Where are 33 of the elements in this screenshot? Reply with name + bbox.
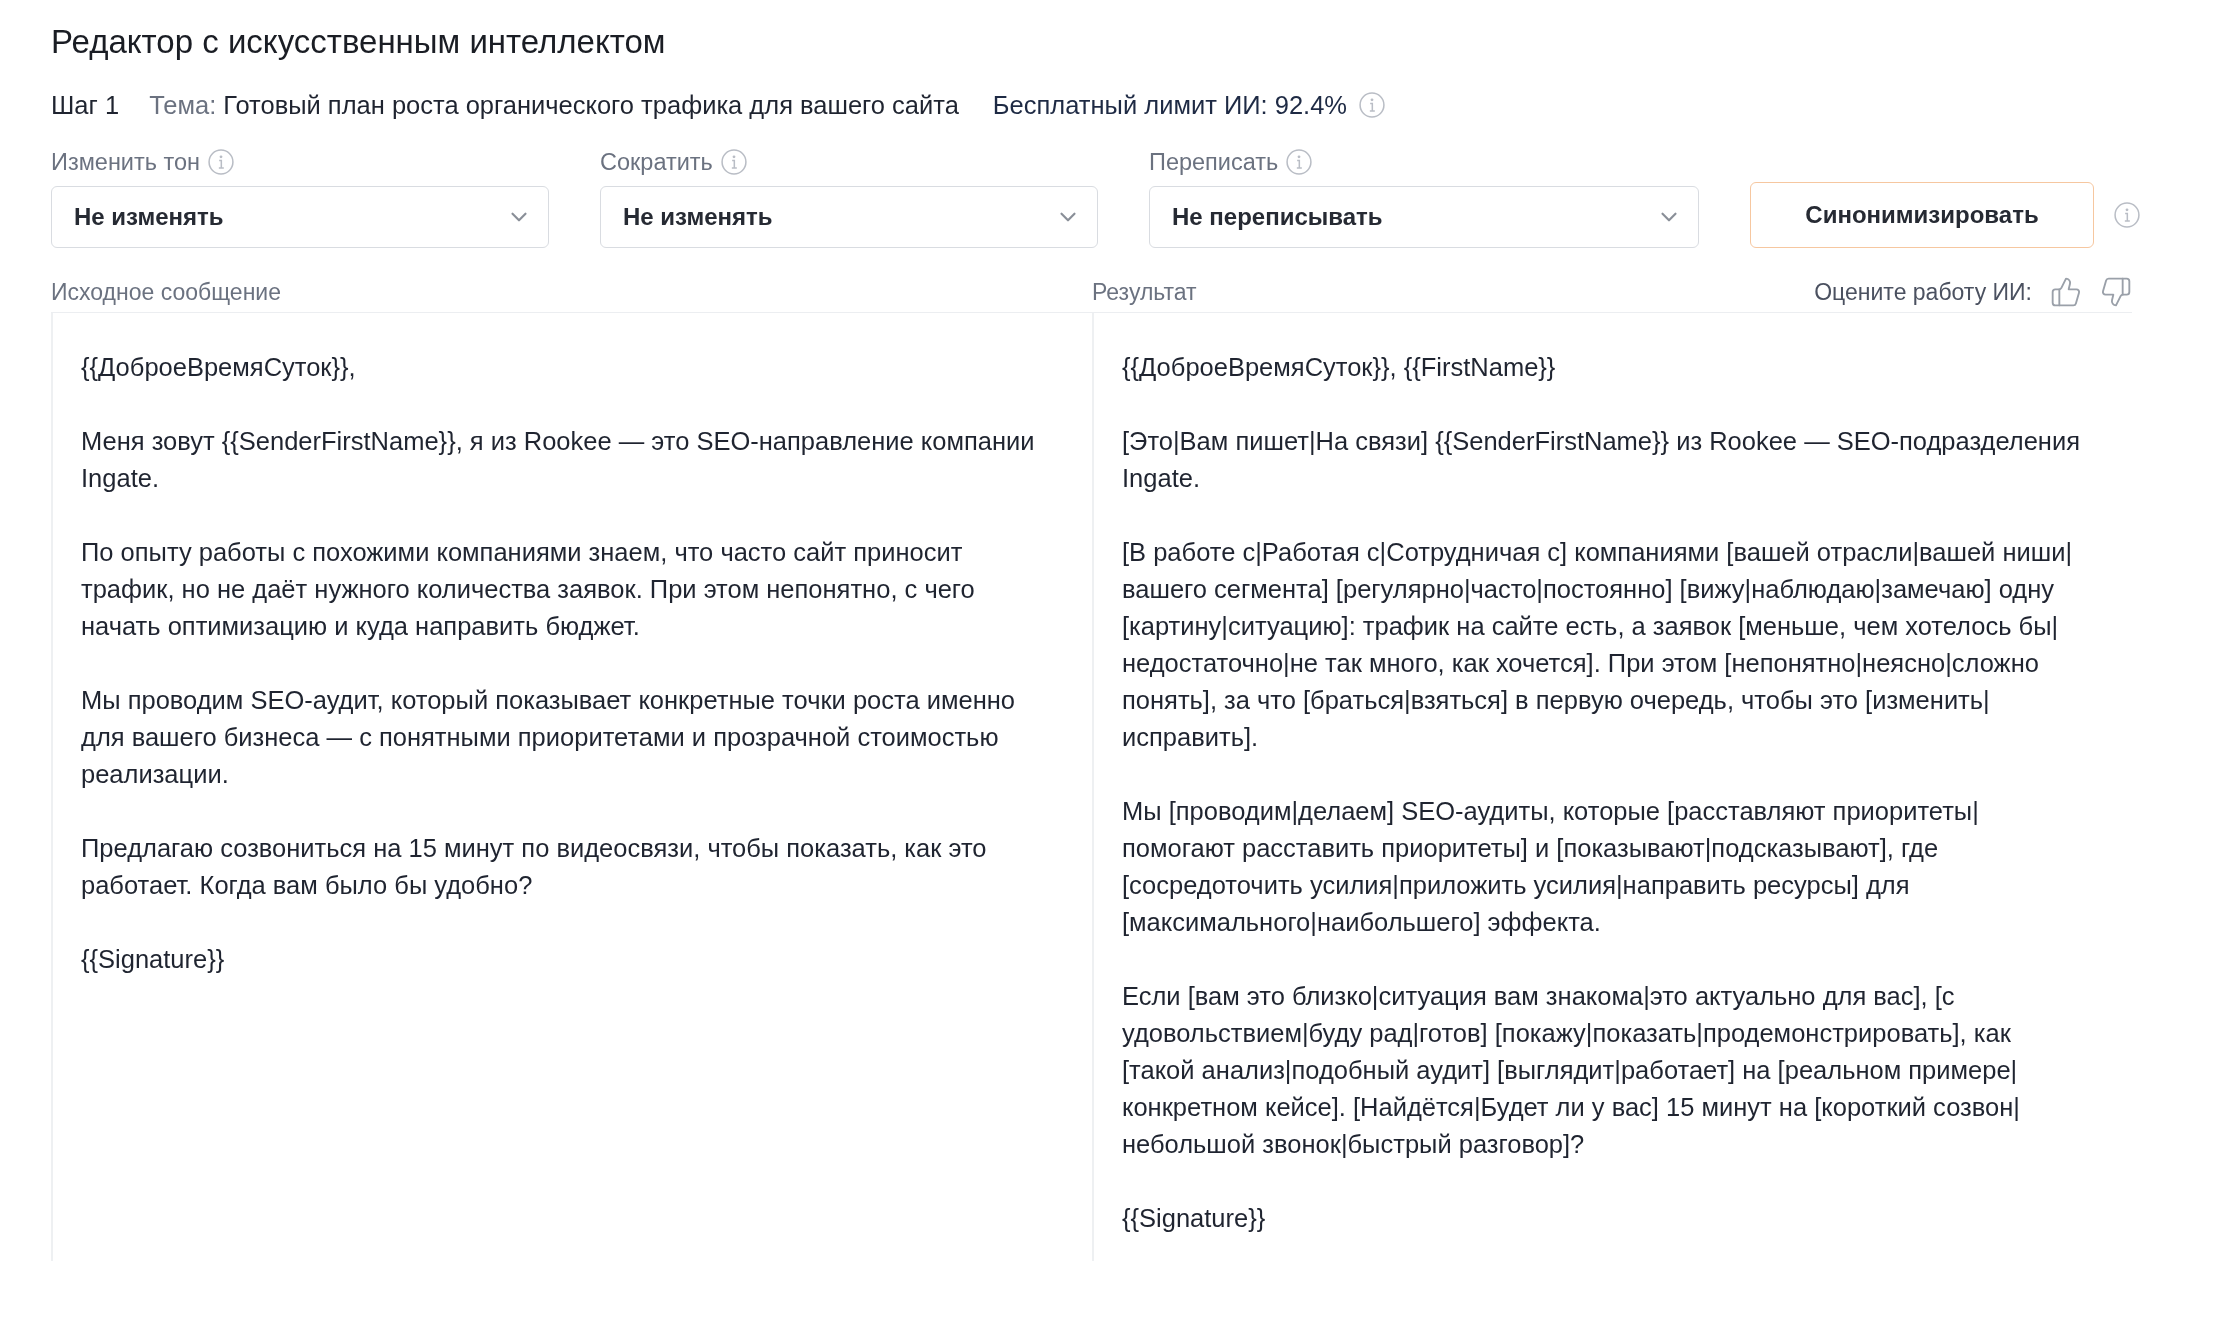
thumbs-down-icon[interactable] xyxy=(2100,276,2132,308)
info-icon[interactable] xyxy=(720,149,747,175)
ai-limit-text: Бесплатный лимит ИИ: 92.4% xyxy=(992,90,1348,120)
message-paragraph: Мы [проводим|делаем] SEO-аудиты, которые [расставляют приоритеты| помогают расставить приоритеты] и [показывают|подсказывают], где [сосредоточить усилия|приложить усилия|направить ресурсы] для [максимального|наибольшего] эффекта. xyxy=(1122,796,1979,938)
thumbs-up-icon[interactable] xyxy=(2050,276,2082,308)
dropdown[interactable]: Не изменять xyxy=(51,186,549,248)
section-heading: Результат xyxy=(1092,278,1197,306)
info-icon[interactable] xyxy=(2114,202,2140,228)
rating-prompt: Оцените работу ИИ: xyxy=(1814,278,2032,306)
message-paragraph: {{Signature}} xyxy=(1122,1203,1266,1234)
section-heading: Исходное сообщение xyxy=(51,278,281,305)
message-paragraph: Предлагаю созвониться на 15 минут по видеосвязи, чтобы показать, как это работает. Когда вам было бы удобно? xyxy=(81,833,987,901)
synonymize-button[interactable]: Синонимизировать xyxy=(1750,182,2094,248)
page-title: Редактор с искусственным интеллектом xyxy=(51,22,666,62)
info-icon[interactable] xyxy=(1286,149,1313,175)
message-paragraph: [В работе с|Работая с|Сотрудничая с] компаниями [вашей отрасли|вашей ниши| вашего сегмента] [регулярно|часто|постоянно] [вижу|наблюдаю|замечаю] одну [картину|ситуацию]: трафик на сайте есть, а заявок [меньше, чем хотелось бы| недостаточно|не так много, как хочется]. При этом [непонятно|неясно|сложно понять], за что [браться|взяться] в первую очередь, чтобы это [изменить| исправить]. xyxy=(1122,537,2073,753)
topic-text: Тема: Готовый план роста органического трафика для вашего сайта xyxy=(149,90,959,120)
message-paragraph: {{ДоброеВремяСуток}}, xyxy=(81,352,356,383)
message-paragraph: {{ДоброеВремяСуток}}, {{FirstName}} xyxy=(1122,352,1556,383)
field-label: Переписать xyxy=(1149,148,1279,176)
message-paragraph: По опыту работы с похожими компаниями знаем, что часто сайт приносит трафик, но не даёт нужного количества заявок. При этом непонятно, с чего начать оптимизацию и куда направить бюджет. xyxy=(81,537,975,642)
field-label: Сократить xyxy=(600,148,713,176)
info-icon[interactable] xyxy=(1359,92,1386,118)
step-label: Шаг 1 xyxy=(51,90,120,120)
message-paragraph: Если [вам это близко|ситуация вам знакома|это актуально для вас], [с удовольствием|буду рад|готов] [покажу|показать|продемонстрировать], как [такой анализ|подобный аудит] [выглядит|работает] на [реальном примере| конкретном кейсе]. [Найдётся|Будет ли у вас] 15 минут на [короткий созвон| небольшой звонок|быстрый разговор]? xyxy=(1122,981,2020,1160)
message-paragraph: [Это|Вам пишет|На связи] {{SenderFirstName}} из Rookee — SEO-подразделения Ingate. xyxy=(1122,426,2080,494)
dropdown[interactable]: Не изменять xyxy=(600,186,1098,248)
dropdown[interactable]: Не переписывать xyxy=(1149,186,1699,248)
field-label: Изменить тон xyxy=(51,148,201,176)
message-paragraph: {{Signature}} xyxy=(81,944,225,975)
message-paragraph: Меня зовут {{SenderFirstName}}, я из Rookee — это SEO-направление компании Ingate. xyxy=(81,426,1035,494)
info-icon[interactable] xyxy=(208,149,235,175)
message-paragraph: Мы проводим SEO-аудит, который показывает конкретные точки роста именно для вашего бизнеса — с понятными приоритетами и прозрачной стоимостью реализации. xyxy=(81,685,1015,790)
